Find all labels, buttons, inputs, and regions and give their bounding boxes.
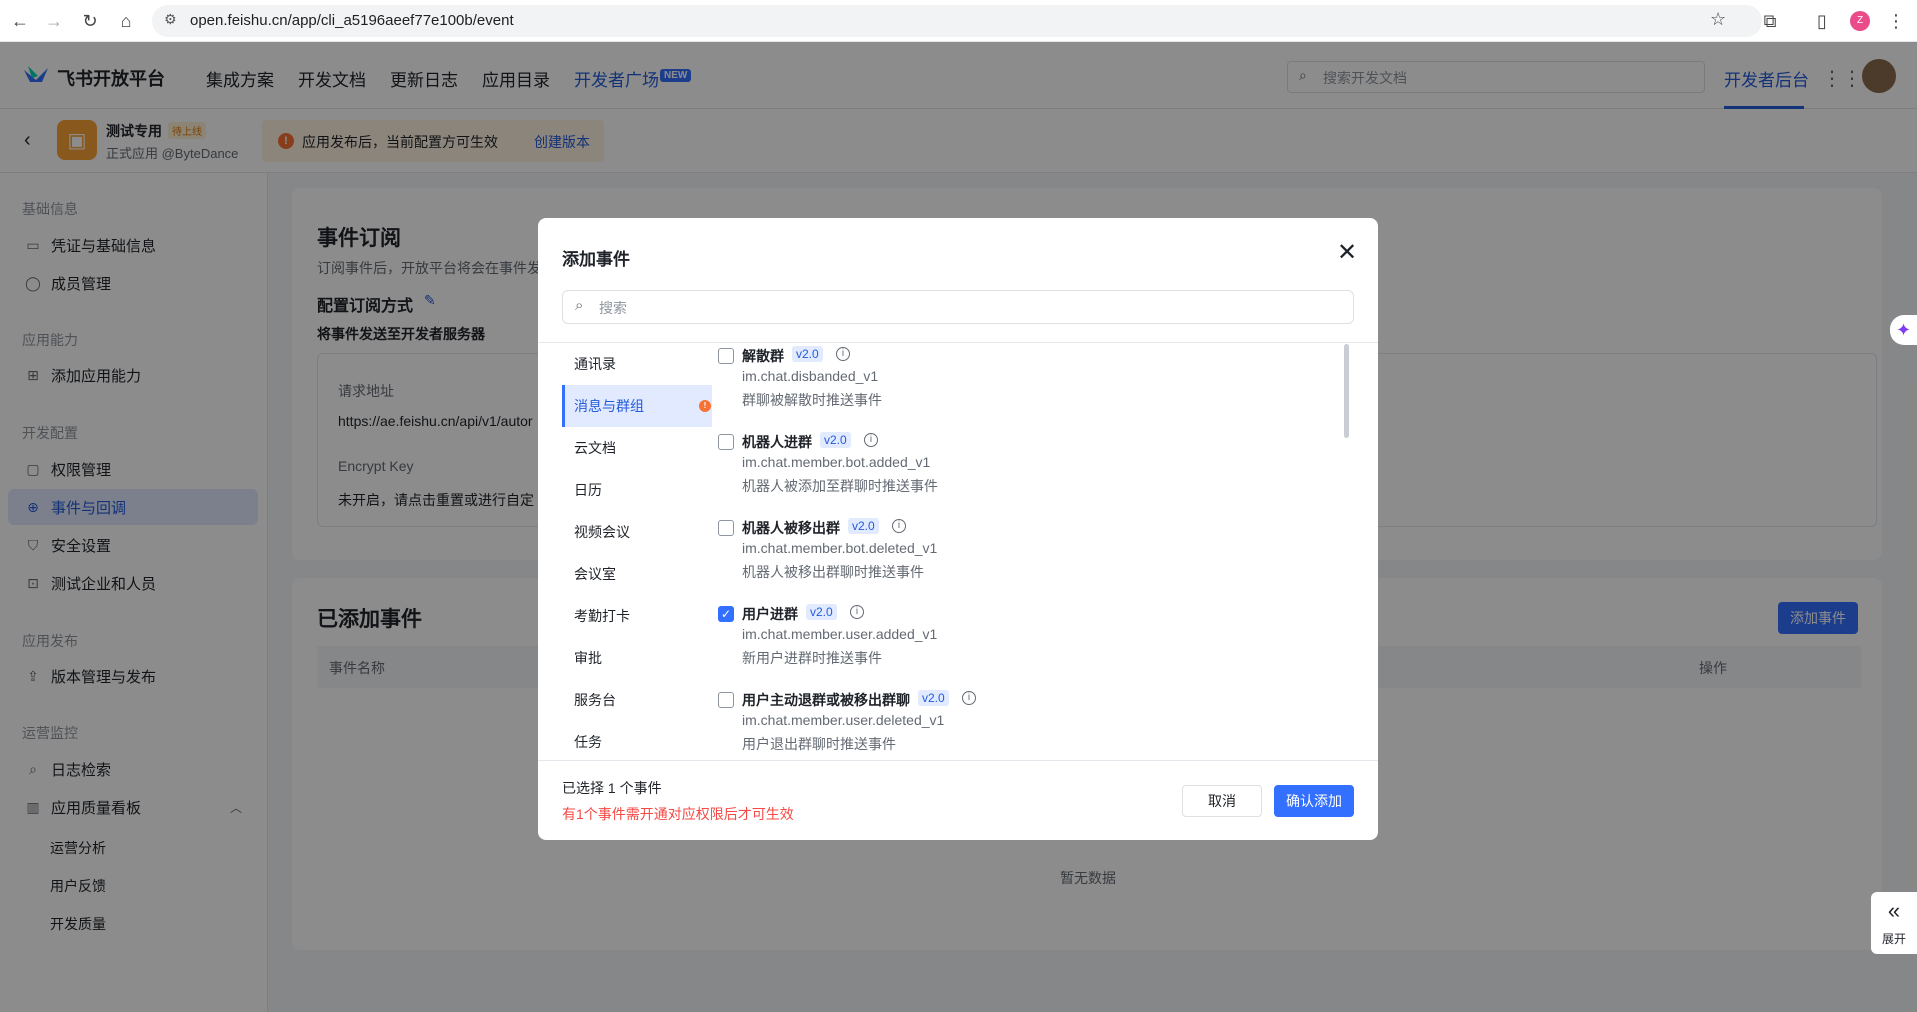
category-attendance[interactable]: 考勤打卡 [562, 595, 712, 637]
event-checkbox[interactable] [718, 520, 734, 536]
info-icon[interactable]: i [836, 347, 850, 361]
event-item: 解散群 v2.0 i im.chat.disbanded_v1 群聊被解散时推送… [718, 343, 1338, 423]
address-bar[interactable]: ⚙ open.feishu.cn/app/cli_a5196aeef77e100… [152, 5, 1762, 37]
category-contacts[interactable]: 通讯录 [562, 343, 712, 385]
add-event-dialog: 添加事件 ✕ ⌕ 搜索 通讯录 消息与群组 ! 云文档 日历 视频会议 会议室 … [538, 218, 1378, 840]
event-code: im.chat.member.bot.deleted_v1 [742, 540, 938, 556]
version-badge: v2.0 [848, 518, 879, 534]
event-item: 用户主动退群或被移出群聊 v2.0 i im.chat.member.user.… [718, 687, 1338, 760]
reload-icon[interactable]: ↻ [78, 9, 102, 33]
cancel-button[interactable]: 取消 [1182, 785, 1262, 817]
info-icon[interactable]: i [892, 519, 906, 533]
event-name: 用户主动退群或被移出群聊 [742, 692, 910, 708]
search-icon: ⌕ [575, 297, 584, 314]
event-item: 机器人被移出群 v2.0 i im.chat.member.bot.delete… [718, 515, 1338, 595]
side-panel-icon[interactable]: ▯ [1810, 9, 1834, 33]
event-name: 解散群 [742, 348, 784, 364]
back-icon[interactable]: ← [8, 9, 32, 33]
event-desc: 机器人被移出群聊时推送事件 [742, 564, 924, 580]
extensions-icon[interactable]: ⧉ [1758, 9, 1782, 33]
url-text: open.feishu.cn/app/cli_a5196aeef77e100b/… [190, 12, 514, 29]
home-icon[interactable]: ⌂ [114, 9, 138, 33]
category-warning-badge: ! [699, 400, 711, 412]
forward-icon[interactable]: → [42, 9, 66, 33]
close-icon[interactable]: ✕ [1333, 240, 1361, 268]
event-checkbox[interactable] [718, 434, 734, 450]
version-badge: v2.0 [792, 346, 823, 362]
event-name: 机器人被移出群 [742, 520, 840, 536]
expand-label: 展开 [1881, 932, 1906, 946]
category-docs[interactable]: 云文档 [562, 427, 712, 469]
category-messages-groups[interactable]: 消息与群组 ! [562, 385, 712, 427]
category-approval[interactable]: 审批 [562, 637, 712, 679]
category-label: 消息与群组 [574, 398, 644, 414]
ai-assistant-icon[interactable]: ✦ [1890, 315, 1917, 345]
event-code: im.chat.disbanded_v1 [742, 368, 879, 384]
event-checkbox-checked[interactable]: ✓ [718, 606, 734, 622]
event-search-input[interactable]: ⌕ 搜索 [562, 290, 1354, 324]
browser-menu-icon[interactable]: ⋮ [1884, 9, 1908, 33]
event-desc: 机器人被添加至群聊时推送事件 [742, 478, 938, 494]
event-desc: 用户退出群聊时推送事件 [742, 736, 896, 752]
event-code: im.chat.member.user.added_v1 [742, 626, 938, 642]
event-list: 解散群 v2.0 i im.chat.disbanded_v1 群聊被解散时推送… [718, 343, 1358, 760]
version-badge: v2.0 [806, 604, 837, 620]
dialog-title: 添加事件 [562, 250, 630, 269]
category-task[interactable]: 任务 [562, 721, 712, 763]
event-code: im.chat.member.user.deleted_v1 [742, 712, 945, 728]
confirm-add-button[interactable]: 确认添加 [1274, 785, 1354, 817]
event-search-placeholder: 搜索 [599, 300, 627, 316]
divider [538, 760, 1378, 761]
profile-avatar[interactable]: Z [1850, 11, 1870, 31]
category-video-meeting[interactable]: 视频会议 [562, 511, 712, 553]
event-checkbox[interactable] [718, 692, 734, 708]
info-icon[interactable]: i [850, 605, 864, 619]
event-item: 机器人进群 v2.0 i im.chat.member.bot.added_v1… [718, 429, 1338, 509]
version-badge: v2.0 [918, 690, 949, 706]
category-helpdesk[interactable]: 服务台 [562, 679, 712, 721]
category-calendar[interactable]: 日历 [562, 469, 712, 511]
double-chevron-left-icon: « [1887, 898, 1901, 923]
event-name: 用户进群 [742, 606, 798, 622]
version-badge: v2.0 [820, 432, 851, 448]
info-icon[interactable]: i [962, 691, 976, 705]
bookmark-star-icon[interactable]: ☆ [1710, 9, 1726, 30]
site-settings-icon[interactable]: ⚙ [164, 11, 177, 28]
event-desc: 新用户进群时推送事件 [742, 650, 882, 666]
event-checkbox[interactable] [718, 348, 734, 364]
event-item: ✓ 用户进群 v2.0 i im.chat.member.user.added_… [718, 601, 1338, 681]
browser-toolbar: ← → ↻ ⌂ ⚙ open.feishu.cn/app/cli_a5196ae… [0, 0, 1917, 42]
info-icon[interactable]: i [864, 433, 878, 447]
expand-panel-button[interactable]: « 展开 [1871, 892, 1917, 954]
permission-warning: 有1个事件需开通对应权限后才可生效 [562, 806, 794, 822]
event-code: im.chat.member.bot.added_v1 [742, 454, 931, 470]
event-list-scrollbar[interactable] [1344, 344, 1349, 438]
event-desc: 群聊被解散时推送事件 [742, 392, 882, 408]
category-meeting-room[interactable]: 会议室 [562, 553, 712, 595]
event-name: 机器人进群 [742, 434, 812, 450]
selected-count: 已选择 1 个事件 [562, 780, 662, 796]
